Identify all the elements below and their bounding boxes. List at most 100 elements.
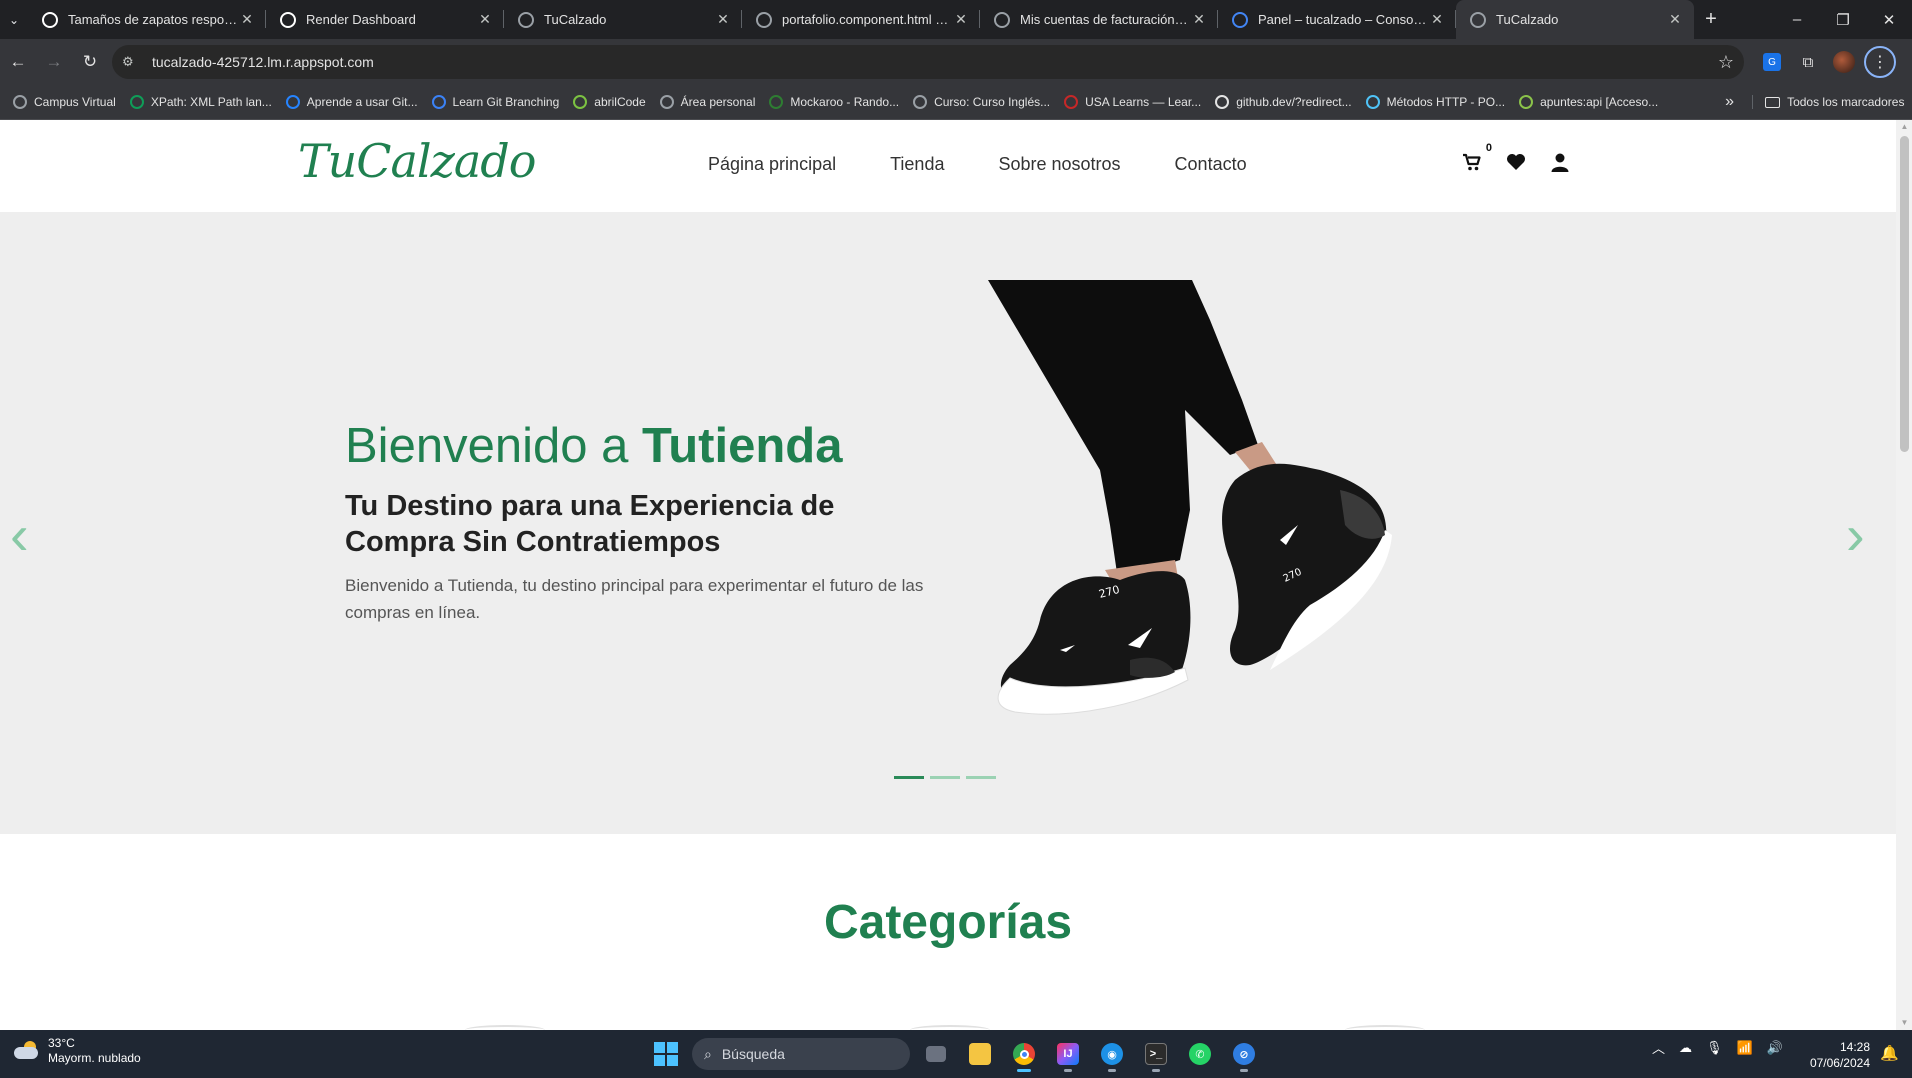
- wifi-icon[interactable]: 📶: [1737, 1040, 1753, 1056]
- bookmark-star-icon[interactable]: ☆: [1718, 52, 1734, 73]
- new-tab-button[interactable]: +: [1694, 0, 1728, 39]
- globe-icon: [913, 95, 928, 109]
- carousel-indicator-2[interactable]: [930, 776, 960, 779]
- leaf-icon: [573, 95, 588, 109]
- reload-icon[interactable]: ↻: [72, 44, 108, 80]
- tab-search-button[interactable]: ⌄: [0, 0, 28, 39]
- bookmark-item[interactable]: Learn Git Branching: [425, 89, 567, 115]
- close-tab-icon[interactable]: ✕: [1666, 11, 1684, 28]
- windows-start-icon[interactable]: [648, 1036, 684, 1072]
- browser-tab[interactable]: Mis cuentas de facturación – Fa ✕: [980, 0, 1218, 39]
- close-tab-icon[interactable]: ✕: [1428, 11, 1446, 28]
- close-tab-icon[interactable]: ✕: [952, 11, 970, 28]
- all-bookmarks-folder[interactable]: Todos los marcadores: [1752, 95, 1904, 109]
- bookmark-item[interactable]: USA Learns — Lear...: [1057, 89, 1208, 115]
- openai-icon: [42, 11, 58, 28]
- extensions-icon[interactable]: ⧉: [1790, 44, 1826, 80]
- github-icon: [1215, 95, 1230, 109]
- hero-text-block: Bienvenido a Tutienda Tu Destino para un…: [345, 418, 945, 626]
- scroll-up-icon[interactable]: ▲: [1900, 122, 1909, 132]
- browser-tab[interactable]: Panel – tucalzado – Consola de ✕: [1218, 0, 1456, 39]
- restore-icon[interactable]: ❐: [1820, 0, 1866, 39]
- taskbar-search[interactable]: ⌕ Búsqueda: [692, 1038, 910, 1070]
- tab-title: Tamaños de zapatos responsivos: [68, 12, 238, 27]
- weather-temperature: 33°C: [48, 1036, 75, 1050]
- render-icon: [280, 11, 296, 28]
- url-text[interactable]: tucalzado-425712.lm.r.appspot.com: [152, 54, 1718, 70]
- nav-shop[interactable]: Tienda: [890, 154, 944, 175]
- bookmark-item[interactable]: Métodos HTTP - PO...: [1359, 89, 1512, 115]
- site-logo[interactable]: TuCalzado: [298, 134, 536, 188]
- globe-icon: [1470, 11, 1486, 28]
- browser-tab[interactable]: portafolio.component.html - m ✕: [742, 0, 980, 39]
- close-tab-icon[interactable]: ✕: [476, 11, 494, 28]
- browser-tab[interactable]: Render Dashboard ✕: [266, 0, 504, 39]
- volume-icon[interactable]: 🔊: [1767, 1040, 1783, 1056]
- heart-icon[interactable]: [1506, 152, 1526, 172]
- system-clock[interactable]: 14:28 07/06/2024: [1800, 1039, 1870, 1071]
- address-bar[interactable]: ⚙ tucalzado-425712.lm.r.appspot.com ☆: [112, 45, 1744, 79]
- weather-condition: Mayorm. nublado: [48, 1051, 141, 1065]
- chrome-icon[interactable]: [1006, 1036, 1042, 1072]
- weather-widget[interactable]: 33°C Mayorm. nublado: [12, 1036, 141, 1066]
- atlassian-icon: [285, 95, 300, 109]
- bookmark-label: Mockaroo - Rando...: [790, 95, 900, 109]
- carousel-indicator-1[interactable]: [894, 776, 924, 779]
- forward-icon[interactable]: →: [36, 44, 72, 80]
- bookmark-label: Aprende a usar Git...: [306, 95, 418, 109]
- browser-tab[interactable]: TuCalzado ✕: [504, 0, 742, 39]
- hero-subtitle: Tu Destino para una Experiencia de Compr…: [345, 490, 835, 558]
- carousel-prev-icon[interactable]: ‹: [10, 502, 29, 567]
- site-info-icon[interactable]: ⚙: [122, 54, 144, 70]
- bookmark-label: abrilCode: [594, 95, 646, 109]
- bookmark-item[interactable]: Curso: Curso Inglés...: [906, 89, 1057, 115]
- profile-avatar[interactable]: [1826, 44, 1862, 80]
- carousel-indicator-3[interactable]: [966, 776, 996, 779]
- bookmark-item[interactable]: Mockaroo - Rando...: [762, 89, 906, 115]
- nav-about[interactable]: Sobre nosotros: [998, 154, 1120, 175]
- browser-menu-icon[interactable]: ⋮: [1862, 44, 1898, 80]
- close-tab-icon[interactable]: ✕: [238, 11, 256, 28]
- nav-contact[interactable]: Contacto: [1175, 154, 1247, 175]
- task-view-icon[interactable]: [918, 1036, 954, 1072]
- bookmark-item[interactable]: apuntes:api [Acceso...: [1512, 89, 1665, 115]
- docker-icon[interactable]: ◉: [1094, 1036, 1130, 1072]
- scroll-down-icon[interactable]: ▼: [1900, 1018, 1909, 1028]
- terminal-icon[interactable]: >_: [1138, 1036, 1174, 1072]
- whatsapp-icon[interactable]: ✆: [1182, 1036, 1218, 1072]
- close-tab-icon[interactable]: ✕: [714, 11, 732, 28]
- file-explorer-icon[interactable]: [962, 1036, 998, 1072]
- close-tab-icon[interactable]: ✕: [1190, 11, 1208, 28]
- microphone-icon[interactable]: 🎙: [1706, 1040, 1723, 1056]
- back-icon[interactable]: ←: [0, 44, 36, 80]
- nav-home[interactable]: Página principal: [708, 154, 836, 175]
- doc-icon: [1519, 95, 1534, 109]
- tray-overflow-icon[interactable]: ︿: [1652, 1038, 1665, 1057]
- bookmark-item[interactable]: Área personal: [653, 89, 763, 115]
- scroll-thumb[interactable]: [1900, 136, 1909, 452]
- cart-icon[interactable]: 0: [1462, 142, 1492, 172]
- mdn-icon: [1365, 95, 1380, 109]
- hero-title: Bienvenido a Tutienda: [345, 418, 945, 474]
- notifications-icon[interactable]: 🔔: [1880, 1044, 1899, 1062]
- bookmark-item[interactable]: Campus Virtual: [6, 89, 123, 115]
- site-header: TuCalzado Página principal Tienda Sobre …: [0, 120, 1896, 212]
- onedrive-icon[interactable]: ☁: [1679, 1040, 1692, 1056]
- minimize-icon[interactable]: –: [1774, 0, 1820, 39]
- bookmark-item[interactable]: github.dev/?redirect...: [1208, 89, 1358, 115]
- carousel-next-icon[interactable]: ›: [1846, 502, 1865, 567]
- user-icon[interactable]: [1550, 152, 1570, 172]
- tab-title: portafolio.component.html - m: [782, 12, 952, 27]
- more-bookmarks-icon[interactable]: »: [1715, 93, 1744, 111]
- intellij-icon[interactable]: IJ: [1050, 1036, 1086, 1072]
- bookmark-item[interactable]: Aprende a usar Git...: [279, 89, 425, 115]
- browser-tab[interactable]: Tamaños de zapatos responsivos✕: [28, 0, 266, 39]
- page-scrollbar[interactable]: ▲ ▼: [1896, 120, 1912, 1030]
- bookmark-item[interactable]: abrilCode: [566, 89, 652, 115]
- bookmark-item[interactable]: XPath: XML Path lan...: [123, 89, 279, 115]
- close-window-icon[interactable]: ✕: [1866, 0, 1912, 39]
- translate-extension-icon[interactable]: G: [1754, 44, 1790, 80]
- browser-tab[interactable]: TuCalzado ✕: [1456, 0, 1694, 39]
- vpn-app-icon[interactable]: ⊘: [1226, 1036, 1262, 1072]
- all-bookmarks-label: Todos los marcadores: [1787, 95, 1905, 109]
